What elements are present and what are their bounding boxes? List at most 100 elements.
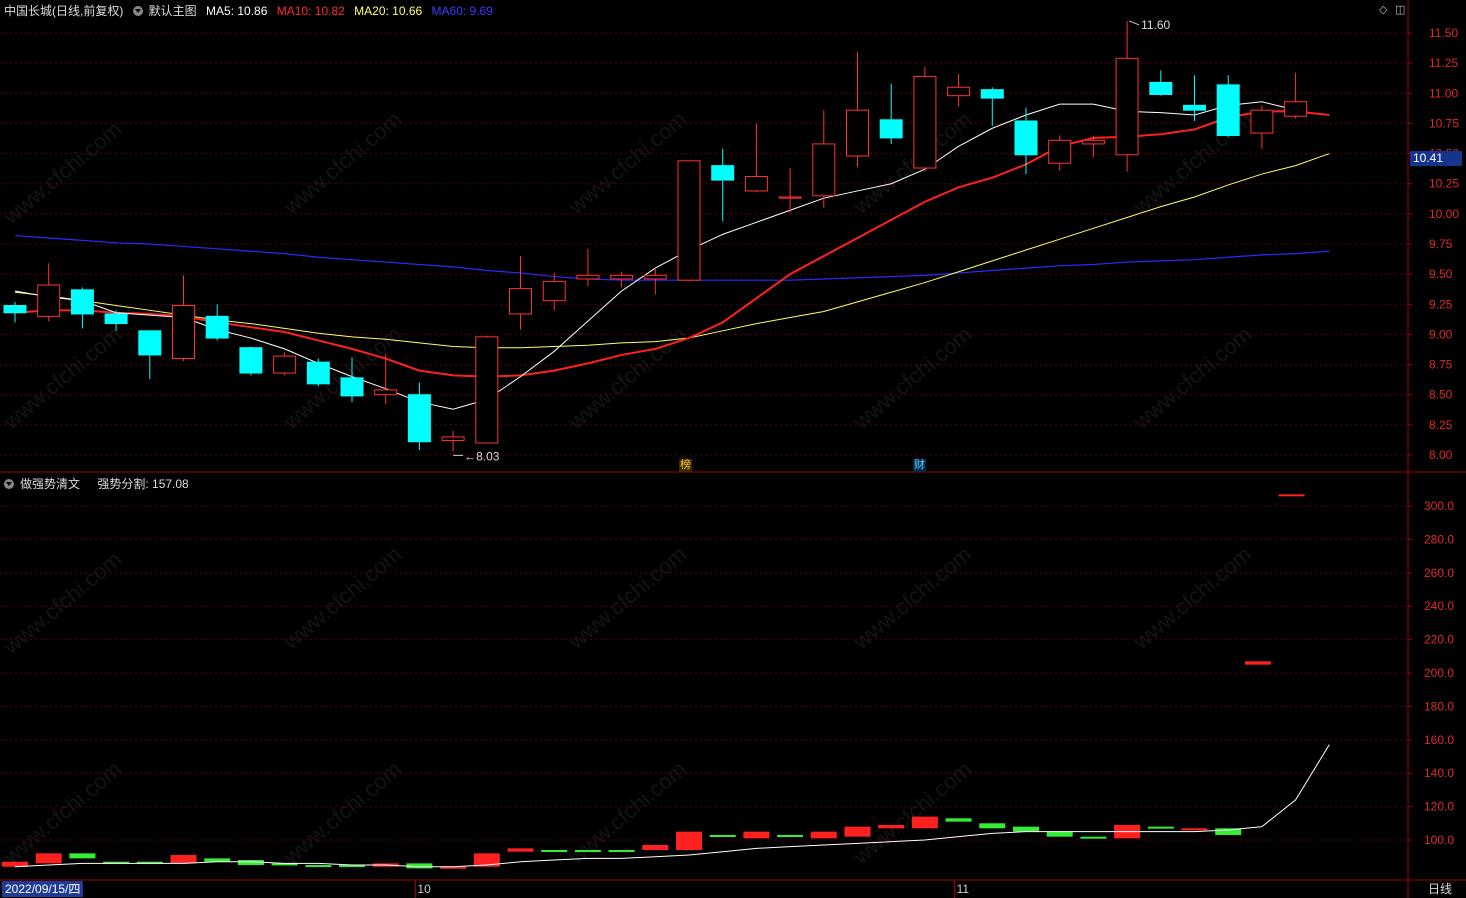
- candle-body: [104, 313, 128, 325]
- indicator-bar: [574, 850, 601, 853]
- price-tick-label: 10.25: [1429, 177, 1459, 191]
- candle-body: [441, 436, 465, 442]
- indicator-bar: [878, 824, 905, 829]
- candle-body: [677, 160, 701, 281]
- chevron-down-icon[interactable]: [132, 6, 143, 16]
- indicator-tick-label: 120.0: [1424, 800, 1454, 814]
- indicator-name[interactable]: 做强势清文: [20, 477, 80, 491]
- indicator-tick-label: 160.0: [1424, 733, 1454, 747]
- indicator-bar: [709, 834, 736, 837]
- candle-body: [407, 394, 431, 443]
- price-tick-label: 10.00: [1429, 207, 1459, 221]
- low-label: ←8.03: [464, 449, 500, 463]
- candle-body: [778, 196, 802, 199]
- candle-body: [610, 274, 634, 280]
- high-label: 11.60: [1141, 18, 1170, 32]
- indicator-bar: [170, 855, 197, 864]
- candle-body: [1048, 139, 1072, 164]
- indicator-bar: [1080, 836, 1107, 839]
- month-label: 10: [417, 882, 431, 896]
- price-tick-label: 9.25: [1429, 297, 1453, 311]
- indicator-bar: [69, 853, 96, 859]
- chart-canvas[interactable]: 11.5011.2511.0010.7510.5010.2510.009.759…: [0, 0, 1466, 898]
- indicator-bar: [507, 848, 534, 852]
- price-tick-label: 11.00: [1429, 86, 1458, 100]
- main-chart-header: 中国长城(日线,前复权) 默认主图 MA5: 10.86 MA10: 10.82…: [4, 2, 499, 19]
- indicator-bar: [642, 845, 669, 851]
- candle-body: [1216, 84, 1240, 136]
- strength-line: [14, 744, 1330, 868]
- indicator-tick-label: 180.0: [1424, 699, 1454, 713]
- indicator-bar: [979, 823, 1006, 829]
- candle-body: [475, 336, 499, 444]
- candle-body: [1183, 104, 1206, 111]
- template-name[interactable]: 默认主图: [149, 4, 197, 18]
- ma5-line: [14, 101, 1296, 410]
- candle-body: [172, 304, 195, 360]
- candle-body: [1149, 81, 1173, 95]
- bang-marker[interactable]: 榜: [679, 459, 692, 472]
- candle-body: [913, 75, 937, 169]
- indicator-tick-label: 300.0: [1424, 499, 1454, 513]
- current-price-tag: 10.41: [1410, 151, 1462, 166]
- candle-body: [1250, 109, 1274, 134]
- candle-body: [846, 109, 869, 157]
- price-tick-label: 10.75: [1429, 116, 1459, 130]
- indicator-bar: [844, 826, 871, 837]
- ma10-value: MA10: 10.82: [276, 4, 345, 18]
- indicator-bar: [305, 865, 332, 868]
- ma5-value: MA5: 10.86: [206, 4, 268, 18]
- indicator-bar: [1244, 661, 1271, 665]
- candle-body: [1081, 139, 1105, 145]
- candle-body: [1014, 120, 1038, 156]
- cai-marker[interactable]: 财: [913, 459, 926, 472]
- chevron-down-icon[interactable]: [4, 479, 14, 489]
- candle-body: [643, 274, 667, 280]
- ma60-line: [14, 234, 1330, 281]
- price-tick-label: 9.50: [1429, 267, 1453, 281]
- candle-body: [3, 304, 27, 314]
- indicator-bar: [35, 853, 62, 864]
- indicator-tick-label: 240.0: [1424, 599, 1454, 613]
- indicator-bar: [1278, 494, 1305, 497]
- indicator-bar: [204, 858, 231, 862]
- price-tick-label: 9.00: [1429, 327, 1453, 341]
- candle-body: [273, 355, 297, 374]
- price-tick-label: 11.50: [1429, 26, 1458, 40]
- indicator-bar: [1046, 831, 1073, 837]
- candle-body: [947, 86, 971, 97]
- window-icon[interactable]: ◫: [1395, 3, 1405, 16]
- indicator-value: 强势分割: 157.08: [97, 477, 189, 491]
- price-tick-label: 11.25: [1429, 56, 1458, 70]
- ma20-value: MA20: 10.66: [354, 4, 423, 18]
- indicator-tick-label: 200.0: [1424, 666, 1454, 680]
- candle-body: [1115, 57, 1139, 156]
- candle-body: [306, 361, 330, 385]
- indicator-tick-label: 280.0: [1424, 532, 1454, 546]
- indicator-bar: [541, 850, 568, 853]
- indicator-bar: [1013, 826, 1039, 832]
- indicator-bar: [743, 831, 770, 839]
- diamond-icon[interactable]: ◇: [1379, 3, 1387, 16]
- ma60-value: MA60: 9.69: [431, 4, 493, 18]
- candle-body: [744, 175, 768, 192]
- month-label: 11: [957, 882, 970, 896]
- indicator-header: 做强势清文 强势分割: 157.08: [4, 475, 195, 492]
- candle-body: [239, 347, 263, 374]
- candle-body: [340, 377, 364, 397]
- candle-body: [374, 389, 398, 396]
- price-tick-label: 8.75: [1429, 358, 1453, 372]
- candle-body: [138, 330, 162, 356]
- candle-body: [812, 143, 836, 197]
- indicator-bar: [777, 834, 804, 837]
- indicator-bar: [911, 816, 938, 829]
- period-selector[interactable]: 日线: [1414, 881, 1466, 898]
- price-tick-label: 9.75: [1429, 237, 1453, 251]
- indicator-bar: [608, 850, 635, 853]
- candle-body: [70, 289, 94, 315]
- indicator-bar: [1147, 826, 1174, 829]
- candle-body: [37, 284, 61, 317]
- indicator-bar: [676, 831, 702, 851]
- stock-title[interactable]: 中国长城(日线,前复权): [4, 4, 123, 18]
- candle-body: [205, 315, 229, 339]
